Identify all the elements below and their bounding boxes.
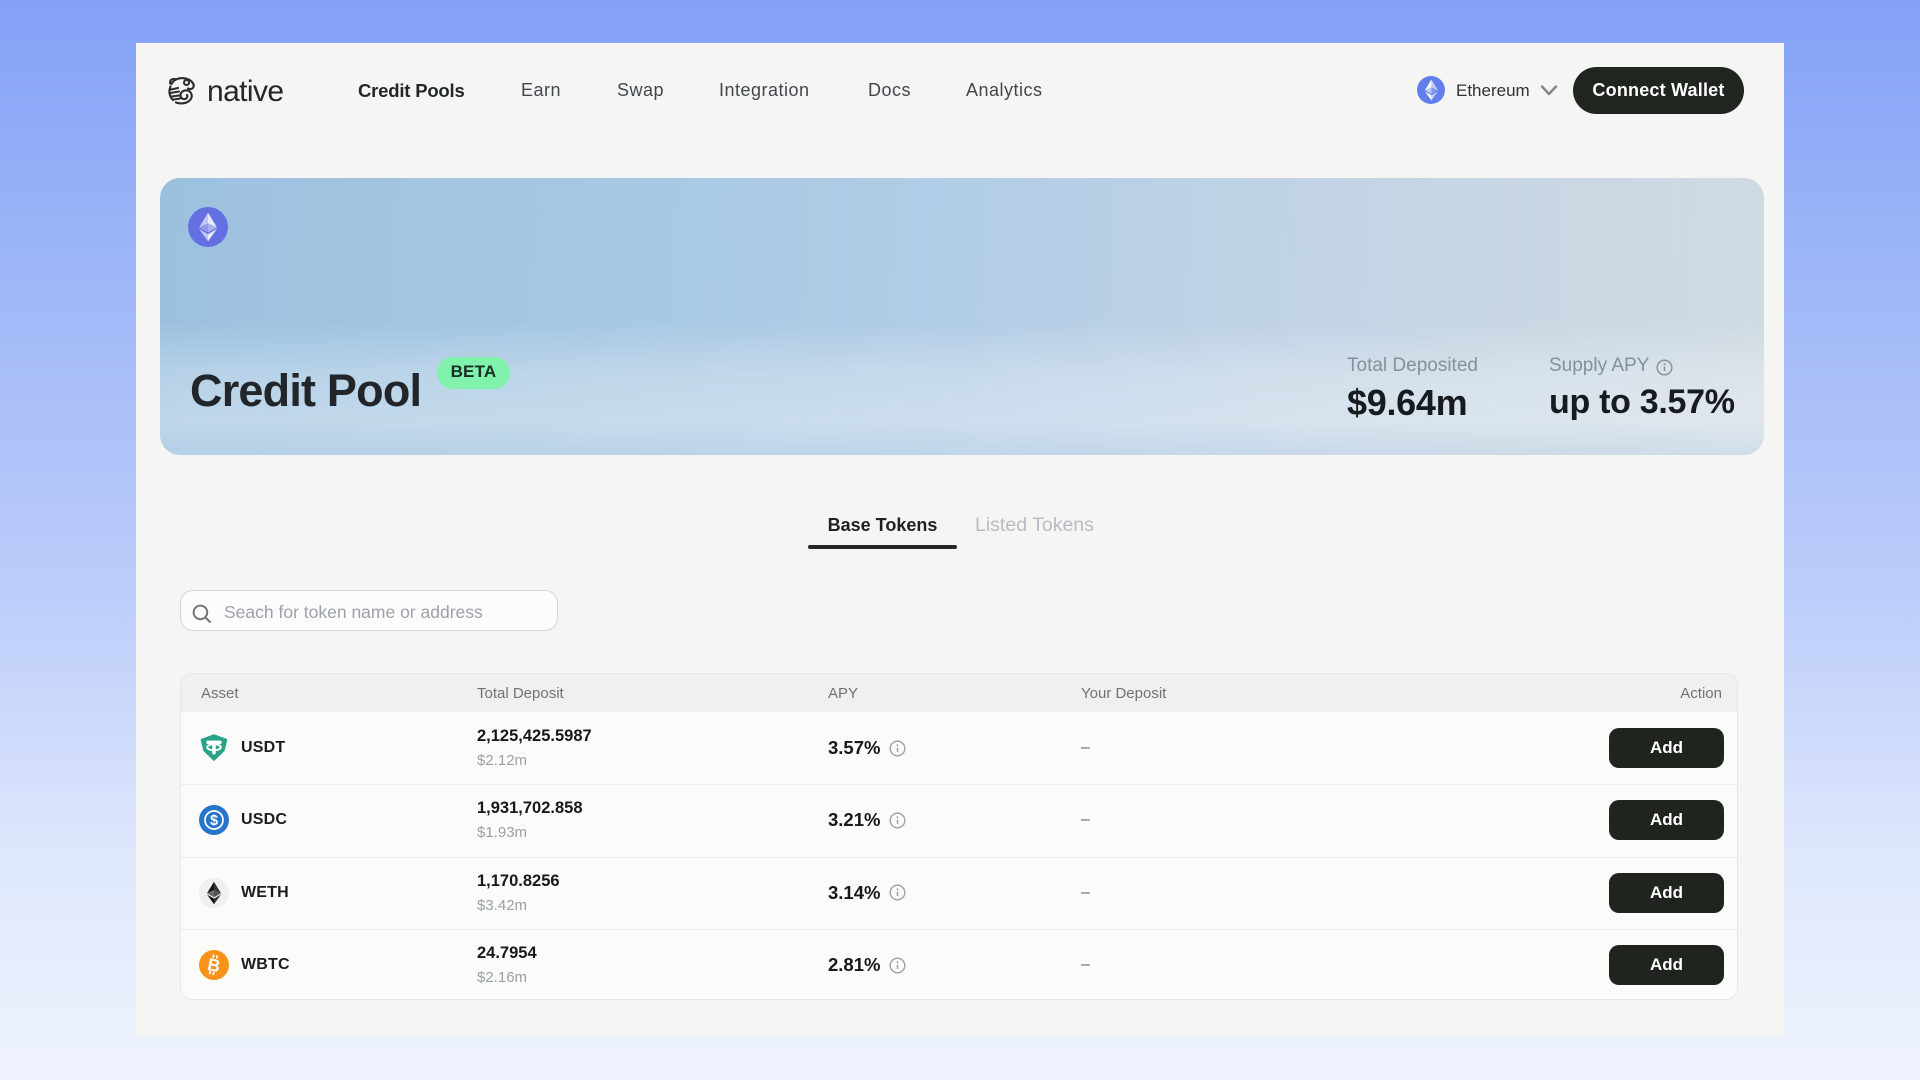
svg-text:$: $ [210,814,218,830]
